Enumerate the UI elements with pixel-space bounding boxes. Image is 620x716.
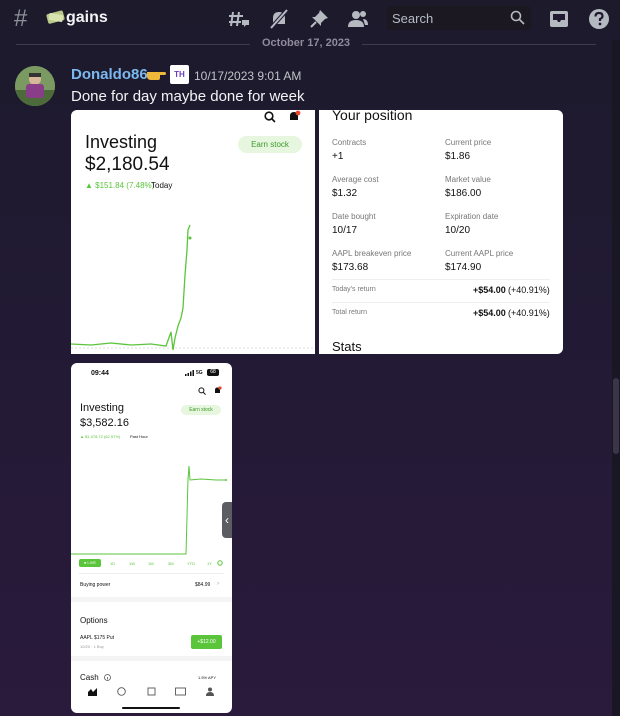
info-icon[interactable]	[104, 674, 111, 681]
field-label: Expiration date	[445, 212, 499, 221]
search-icon	[198, 387, 206, 395]
field-value: 10/20	[445, 225, 471, 236]
stats-heading: Stats	[332, 339, 362, 354]
field-label: AAPL breakeven price	[332, 249, 412, 258]
hashtag-icon: #	[14, 5, 28, 32]
portfolio-change: ▲ $151.84 (7.48%)	[85, 181, 155, 190]
option-value-button[interactable]: +$12.00	[191, 635, 222, 649]
option-name: AAPL $175 Put	[80, 635, 115, 641]
todays-return-value: +$54.00	[473, 285, 506, 295]
todays-return-pct: (+40.91%)	[508, 285, 550, 295]
total-return-value: +$54.00	[473, 308, 506, 318]
date-divider: October 17, 2023	[250, 37, 363, 49]
options-heading: Options	[80, 616, 108, 625]
option-sub: 10/20 · 1 Buy	[80, 644, 104, 649]
pin-icon[interactable]	[308, 8, 330, 30]
cash-label: Cash	[80, 673, 99, 682]
portfolio-change: ▲ $1,378.72 (62.57%)	[80, 434, 121, 439]
field-label: Average cost	[332, 175, 379, 184]
investing-title: Investing	[85, 132, 158, 152]
account-tab-icon[interactable]	[206, 687, 214, 696]
portfolio-value: $2,180.54	[85, 154, 170, 175]
crypto-tab-icon[interactable]	[117, 687, 126, 696]
investing-title: Investing	[80, 402, 125, 414]
inbox-icon[interactable]	[548, 8, 570, 30]
change-period: Today	[151, 181, 173, 190]
field-label: Market value	[445, 175, 491, 184]
avatar[interactable]	[15, 66, 55, 106]
field-value: $174.90	[445, 262, 482, 273]
message-text: Done for day maybe done for week	[71, 88, 305, 105]
todays-return-label: Today's return	[332, 286, 376, 293]
earn-stock-button[interactable]: Earn stock	[181, 405, 221, 415]
help-icon[interactable]	[588, 8, 610, 30]
attachment-investing-screenshot[interactable]: Investing $2,180.54 ▲ $151.84 (7.48%) To…	[71, 110, 315, 354]
range-tab-1m[interactable]: 1M	[148, 561, 154, 566]
pointing-hand-emoji-icon	[147, 72, 166, 80]
notification-mute-icon[interactable]	[268, 8, 290, 30]
buying-power-value: $84.99	[195, 582, 211, 588]
field-label: Date bought	[332, 212, 376, 221]
buying-power-label: Buying power	[80, 582, 111, 588]
channel-header: # gains	[0, 0, 620, 38]
status-time: 09:44	[91, 370, 109, 377]
portfolio-value: $3,582.16	[80, 417, 129, 429]
settings-icon[interactable]	[217, 560, 223, 566]
option-value: +$12.00	[197, 639, 216, 645]
field-value: $1.86	[445, 151, 471, 162]
search-icon	[264, 111, 276, 123]
search-box[interactable]	[387, 6, 531, 30]
signal-icon	[185, 370, 194, 376]
earn-stock-label: Earn stock	[189, 407, 213, 413]
role-badge: TH	[170, 65, 189, 84]
range-tab-1w[interactable]: 1W	[129, 561, 135, 566]
field-label: Current AAPL price	[445, 249, 514, 258]
timestamp: 10/17/2023 9:01 AM	[194, 69, 302, 83]
field-label: Current price	[445, 138, 492, 147]
bell-icon	[215, 386, 222, 393]
field-value: $173.68	[332, 262, 369, 273]
chevron-right-icon[interactable]: ›	[217, 581, 219, 587]
scrollbar-thumb[interactable]	[613, 378, 619, 454]
earn-stock-button[interactable]: Earn stock	[238, 136, 302, 153]
field-label: Contracts	[332, 138, 367, 147]
members-icon[interactable]	[347, 8, 369, 30]
chevron-left-icon[interactable]: ‹	[222, 502, 232, 538]
money-emoji-icon	[46, 10, 65, 24]
position-heading: Your position	[332, 110, 413, 123]
field-value: 10/17	[332, 225, 358, 236]
search-icon[interactable]	[510, 10, 525, 25]
channel-name: gains	[66, 9, 108, 26]
portfolio-chart	[71, 465, 227, 555]
bell-icon	[290, 110, 301, 120]
field-value: +1	[332, 151, 344, 162]
chart-tab-icon[interactable]	[88, 687, 97, 696]
portfolio-chart	[71, 224, 315, 351]
network-label: 5G	[196, 370, 203, 376]
range-tab-1y[interactable]: 1Y	[207, 561, 212, 566]
field-value: $1.32	[332, 188, 358, 199]
attachment-phone-screenshot[interactable]: 09:44 5G 68 Investing $3,582.16 ▲ $1,378…	[71, 363, 232, 713]
change-period: Past Hour	[130, 434, 148, 439]
home-indicator	[122, 707, 180, 709]
username[interactable]: Donaldo86	[71, 66, 148, 83]
battery-level: 68	[207, 369, 219, 376]
total-return-label: Total return	[332, 309, 368, 316]
range-tab-live[interactable]: ● LIVE	[79, 559, 101, 567]
earn-stock-label: Earn stock	[251, 140, 289, 149]
range-tab-3m[interactable]: 3M	[168, 561, 174, 566]
range-tab-ytd[interactable]: YTD	[187, 561, 195, 566]
threads-icon[interactable]	[228, 8, 250, 30]
search-input[interactable]	[392, 9, 504, 27]
total-return-pct: (+40.91%)	[508, 308, 550, 318]
browse-tab-icon[interactable]	[147, 687, 156, 696]
cash-apy: 1.5% APY	[198, 675, 217, 680]
retirement-tab-icon[interactable]	[175, 687, 186, 696]
attachment-position-screenshot[interactable]: Your position Contracts +1 Current price…	[319, 110, 563, 354]
range-tab-1d[interactable]: 1D	[110, 561, 115, 566]
field-value: $186.00	[445, 188, 482, 199]
